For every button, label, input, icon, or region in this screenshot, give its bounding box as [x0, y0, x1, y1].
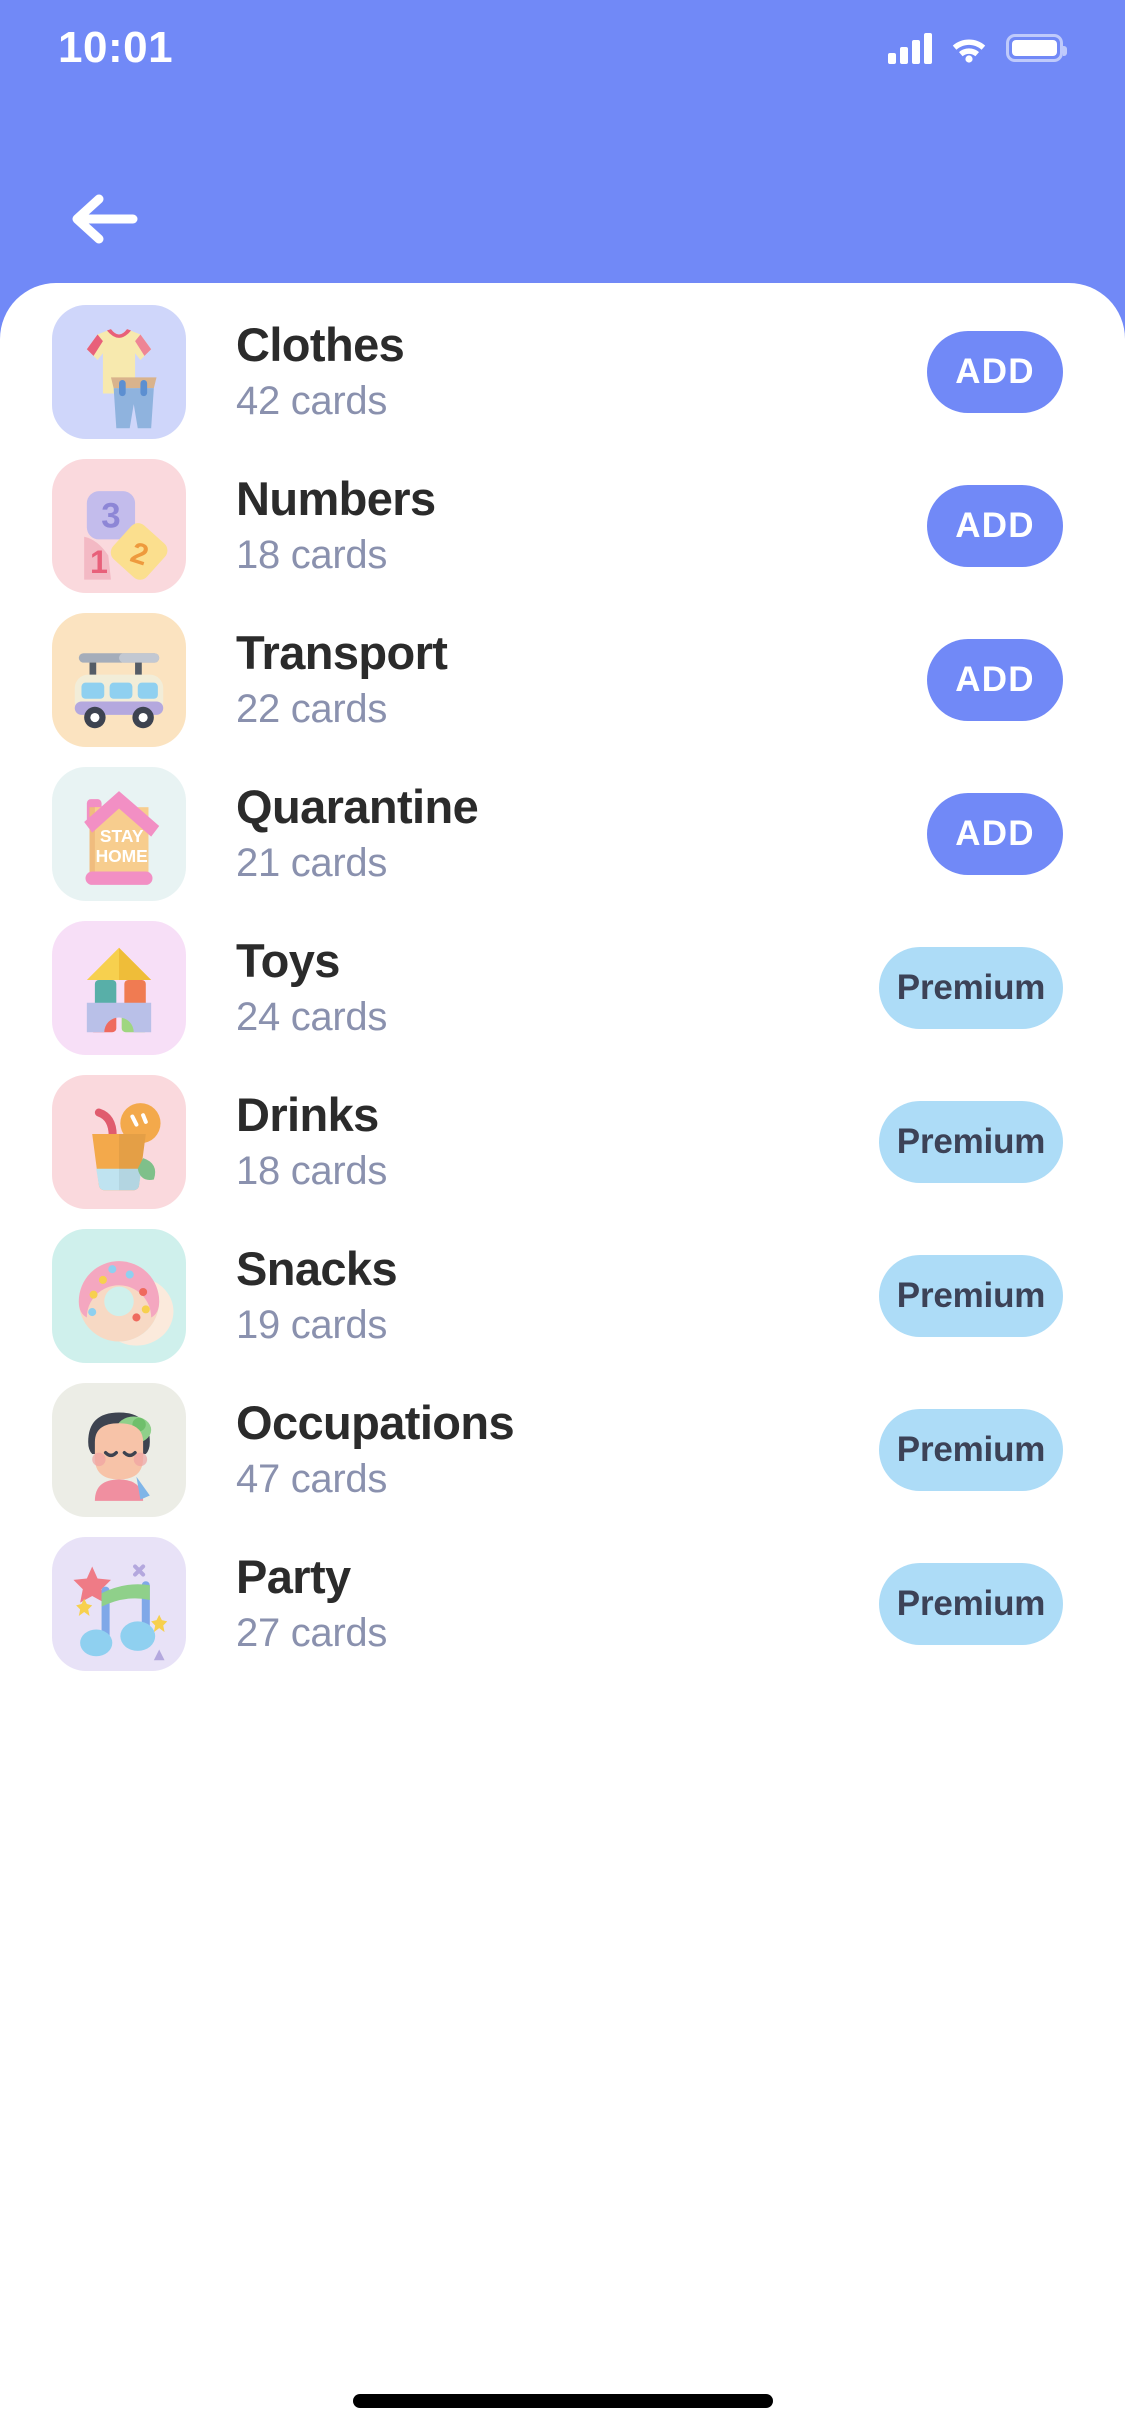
category-text: Transport 22 cards	[186, 625, 927, 733]
category-text: Occupations 47 cards	[186, 1395, 879, 1503]
category-card-count: 21 cards	[236, 841, 388, 886]
status-bar: 10:01	[0, 0, 1125, 96]
category-card-count: 18 cards	[236, 533, 388, 578]
category-action: Premium	[879, 1563, 1063, 1645]
premium-button[interactable]: Premium	[879, 1409, 1063, 1491]
status-bar-clock: 10:01	[58, 23, 174, 72]
category-title: Numbers	[236, 471, 436, 525]
stay-home-house-icon: STAY HOME	[52, 767, 186, 901]
category-action: Premium	[879, 947, 1063, 1029]
cellular-signal-icon	[888, 32, 932, 64]
category-action: ADD	[927, 793, 1063, 875]
category-title: Party	[236, 1549, 351, 1603]
premium-button[interactable]: Premium	[879, 947, 1063, 1029]
category-text: Numbers 18 cards	[186, 471, 927, 579]
category-title: Clothes	[236, 317, 405, 371]
category-row[interactable]: Occupations 47 cards Premium	[0, 1373, 1125, 1527]
add-button[interactable]: ADD	[927, 793, 1063, 875]
person-artist-icon	[52, 1383, 186, 1517]
donut-icon	[52, 1229, 186, 1363]
category-card-count: 19 cards	[236, 1303, 388, 1348]
category-list: Clothes 42 cards ADD 3 1 2 Numbers 18 cards…	[0, 283, 1125, 1681]
category-action: ADD	[927, 331, 1063, 413]
premium-button[interactable]: Premium	[879, 1563, 1063, 1645]
category-row[interactable]: Party 27 cards Premium	[0, 1527, 1125, 1681]
battery-icon	[1006, 34, 1067, 62]
category-row[interactable]: Toys 24 cards Premium	[0, 911, 1125, 1065]
category-text: Toys 24 cards	[186, 933, 879, 1041]
category-title: Occupations	[236, 1395, 515, 1449]
category-text: Drinks 18 cards	[186, 1087, 879, 1195]
category-row[interactable]: Clothes 42 cards ADD	[0, 295, 1125, 449]
add-button[interactable]: ADD	[927, 331, 1063, 413]
add-button[interactable]: ADD	[927, 639, 1063, 721]
category-row[interactable]: Transport 22 cards ADD	[0, 603, 1125, 757]
category-row[interactable]: Snacks 19 cards Premium	[0, 1219, 1125, 1373]
category-row[interactable]: 3 1 2 Numbers 18 cards ADD	[0, 449, 1125, 603]
building-blocks-icon	[52, 921, 186, 1055]
home-indicator	[352, 2394, 773, 2408]
premium-button[interactable]: Premium	[879, 1101, 1063, 1183]
category-card-count: 27 cards	[236, 1611, 388, 1656]
category-title: Toys	[236, 933, 340, 987]
category-title: Drinks	[236, 1087, 379, 1141]
app-screen: 10:01 Clothes 42 cards ADD 3 1 2 Numbers…	[0, 0, 1125, 2436]
category-text: Clothes 42 cards	[186, 317, 927, 425]
category-action: Premium	[879, 1101, 1063, 1183]
category-action: Premium	[879, 1409, 1063, 1491]
category-title: Snacks	[236, 1241, 398, 1295]
bus-icon	[52, 613, 186, 747]
back-arrow-icon	[72, 194, 138, 244]
svg-text:HOME: HOME	[96, 846, 148, 866]
wifi-icon	[952, 39, 986, 63]
category-title: Transport	[236, 625, 448, 679]
category-card-count: 42 cards	[236, 379, 388, 424]
category-card-count: 22 cards	[236, 687, 388, 732]
category-row[interactable]: STAY HOME Quarantine 21 cards ADD	[0, 757, 1125, 911]
category-row[interactable]: Drinks 18 cards Premium	[0, 1065, 1125, 1219]
number-blocks-icon: 3 1 2	[52, 459, 186, 593]
category-card-count: 47 cards	[236, 1457, 388, 1502]
category-card-count: 24 cards	[236, 995, 388, 1040]
music-notes-icon	[52, 1537, 186, 1671]
category-title: Quarantine	[236, 779, 479, 833]
juice-glass-icon	[52, 1075, 186, 1209]
category-action: ADD	[927, 485, 1063, 567]
category-action: ADD	[927, 639, 1063, 721]
category-text: Snacks 19 cards	[186, 1241, 879, 1349]
tshirt-and-jeans-icon	[52, 305, 186, 439]
status-bar-indicators	[888, 32, 1067, 64]
content-sheet: Clothes 42 cards ADD 3 1 2 Numbers 18 cards…	[0, 283, 1125, 2436]
svg-text:3: 3	[101, 496, 120, 535]
category-action: Premium	[879, 1255, 1063, 1337]
back-button[interactable]	[50, 174, 160, 264]
category-text: Quarantine 21 cards	[186, 779, 927, 887]
category-text: Party 27 cards	[186, 1549, 879, 1657]
svg-text:STAY: STAY	[100, 826, 144, 846]
svg-text:1: 1	[90, 544, 108, 580]
category-card-count: 18 cards	[236, 1149, 388, 1194]
premium-button[interactable]: Premium	[879, 1255, 1063, 1337]
add-button[interactable]: ADD	[927, 485, 1063, 567]
